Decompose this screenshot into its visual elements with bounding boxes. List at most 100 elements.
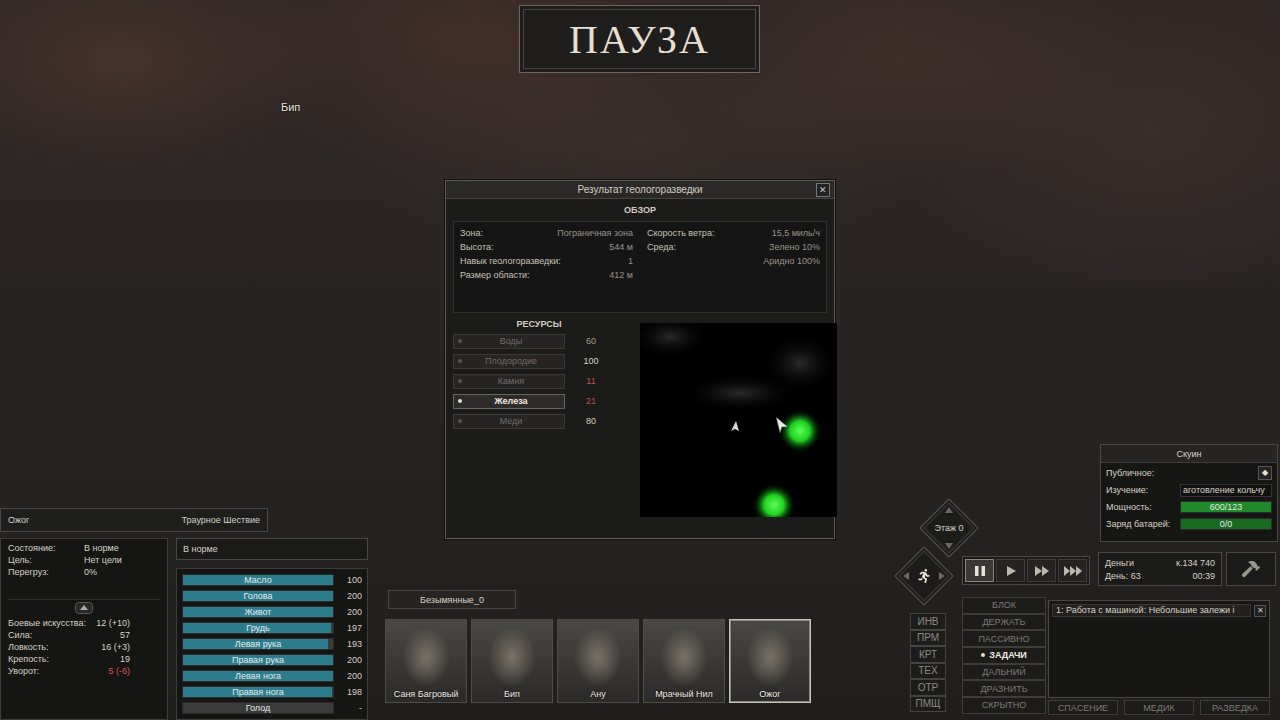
stat-value: 57	[120, 630, 130, 642]
overview-value: 544 м	[609, 242, 633, 252]
member-name: Мрачный Нил	[653, 687, 715, 702]
ai-button[interactable]: БЛОК	[962, 597, 1046, 614]
squad-tab[interactable]: Безымянные_0	[388, 590, 516, 609]
body-health: Масло100Голова200Живот200Грудь197Левая р…	[176, 568, 368, 720]
body-part-name: Грудь	[246, 623, 269, 633]
body-part-value: 200	[340, 591, 362, 601]
day-row: День: 6300:39	[1105, 571, 1215, 581]
building-window: СкуинПубличное:◆Изучение:аготовление кол…	[1100, 444, 1278, 542]
stat-row: Ловкость:16 (+3)	[8, 642, 160, 654]
task-remove-button[interactable]: ✕	[1254, 605, 1266, 617]
speed-button[interactable]	[996, 559, 1025, 582]
overview-label: Среда:	[647, 242, 676, 252]
world-label: Бип	[281, 101, 341, 113]
close-button[interactable]: ✕	[816, 183, 830, 197]
building-row: Заряд батарей:0/0	[1106, 517, 1272, 531]
faster-icon	[1064, 564, 1082, 578]
side-button[interactable]: ПРМ	[910, 630, 946, 647]
resources-title: РЕСУРСЫ	[453, 317, 625, 331]
selection-dot	[458, 339, 462, 343]
stat-label: Сила:	[8, 630, 32, 642]
overview-label: Навык геологоразведки:	[460, 256, 561, 266]
ai-button[interactable]: ДАЛЬНИЙ	[962, 664, 1046, 681]
building-label: Изучение:	[1106, 485, 1180, 495]
side-menu: ИНВПРМКРТТЕХОТРПМЩ	[910, 613, 946, 715]
job-button[interactable]: СПАСЕНИЕ	[1048, 700, 1118, 715]
info-value: 0%	[84, 567, 160, 579]
portrait-card[interactable]: Бип	[471, 619, 553, 703]
side-button[interactable]: ТЕХ	[910, 663, 946, 680]
title-bar[interactable]: Результат геологоразведки ✕	[446, 181, 834, 199]
money-box: Деньгик.134 740 День: 6300:39	[1098, 552, 1222, 586]
stat-label: Ловкость:	[8, 642, 49, 654]
info-label: Состояние:	[8, 543, 84, 555]
task-text[interactable]: 1: Работа с машиной: Небольшие залежи і	[1052, 604, 1251, 617]
ai-button[interactable]: ЗАДАЧИ	[962, 647, 1046, 664]
overview-box: Зона:Пограничная зонаВысота:544 мНавык г…	[453, 221, 827, 313]
speed-button[interactable]	[965, 559, 994, 582]
side-button[interactable]: ИНВ	[910, 613, 946, 630]
stats-panel: Состояние:В нормеЦель:Нет целиПерегруз:0…	[0, 538, 168, 720]
portrait-card[interactable]: Ану	[557, 619, 639, 703]
portrait-card[interactable]: Саня Багровый	[385, 619, 467, 703]
character-name-label[interactable]: Бип	[281, 101, 341, 113]
floor-down-icon[interactable]	[945, 543, 953, 549]
public-toggle[interactable]: ◆	[1258, 466, 1272, 480]
body-part-value: 200	[340, 671, 362, 681]
build-button[interactable]	[1226, 552, 1276, 586]
speed-button[interactable]	[1058, 559, 1087, 582]
resource-button[interactable]: Меди	[453, 414, 565, 429]
side-button[interactable]: ПМЩ	[910, 696, 946, 713]
resource-button[interactable]: Плодородие	[453, 354, 565, 369]
squad-portraits: Саня БагровыйБипАну Мрачный Нил Ожог	[385, 619, 815, 703]
job-button[interactable]: РАЗВЕДКА	[1200, 700, 1270, 715]
side-button[interactable]: КРТ	[910, 646, 946, 663]
body-part-row: Левая рука193	[182, 636, 362, 652]
resource-button[interactable]: Воды	[453, 334, 565, 349]
resource-row: Меди80	[453, 411, 625, 431]
body-part-value: 200	[340, 655, 362, 665]
overview-value: 412 м	[609, 270, 633, 280]
building-row: Публичное:◆	[1106, 466, 1272, 480]
money-row: Деньгик.134 740	[1105, 558, 1215, 568]
portrait-card[interactable]: Мрачный Нил	[643, 619, 725, 703]
collapse-icon[interactable]	[75, 602, 93, 614]
job-button[interactable]: МЕДИК	[1124, 700, 1194, 715]
selection-dot	[981, 653, 985, 657]
speed-button[interactable]	[1027, 559, 1056, 582]
ai-button[interactable]: ПАССИВНО	[962, 630, 1046, 647]
ai-button[interactable]: ДЕРЖАТЬ	[962, 614, 1046, 631]
overview-row: Среда:Зелено 10%	[647, 240, 820, 254]
run-diamond[interactable]	[893, 545, 955, 607]
overview-value: Пограничная зона	[557, 228, 633, 238]
side-button[interactable]: ОТР	[910, 679, 946, 696]
resource-button[interactable]: Камня	[453, 374, 565, 389]
rotate-right-icon[interactable]	[939, 572, 945, 580]
body-part-value: 197	[340, 623, 362, 633]
ai-button[interactable]: ДРАЗНИТЬ	[962, 680, 1046, 697]
job-row: СПАСЕНИЕ МЕДИК РАЗВЕДКА	[1048, 700, 1270, 715]
ai-column: БЛОКДЕРЖАТЬПАССИВНОЗАДАЧИДАЛЬНИЙДРАЗНИТЬ…	[962, 597, 1046, 714]
run-control	[893, 545, 955, 607]
pause-label: ПАУЗА	[519, 5, 760, 73]
ai-button[interactable]: СКРЫТНО	[962, 697, 1046, 714]
portrait-card[interactable]: Ожог	[729, 619, 811, 703]
resource-button[interactable]: Железа	[453, 394, 565, 409]
stat-row: Крепость:19	[8, 654, 160, 666]
floor-up-icon[interactable]	[945, 507, 953, 513]
stat-row: Уворот:5 (-6)	[8, 666, 160, 678]
info-row: Цель:Нет цели	[8, 555, 160, 567]
game-screen: ПАУЗА Бип Результат геологоразведки ✕ ОБЗОР З…	[0, 0, 1280, 720]
research-field[interactable]: аготовление кольчу	[1180, 484, 1272, 497]
health-bar: Масло	[182, 574, 334, 586]
window-title: Результат геологоразведки	[577, 184, 702, 195]
body-part-row: Голод-	[182, 700, 362, 716]
time-value: 00:39	[1192, 571, 1215, 581]
building-row: Изучение:аготовление кольчу	[1106, 483, 1272, 497]
rotate-left-icon[interactable]	[903, 572, 909, 580]
speed-controls	[962, 556, 1090, 585]
overview-title: ОБЗОР	[453, 203, 827, 217]
selection-dot	[458, 379, 462, 383]
power-bar: 600/123	[1180, 501, 1272, 513]
power-bar: 0/0	[1180, 518, 1272, 530]
